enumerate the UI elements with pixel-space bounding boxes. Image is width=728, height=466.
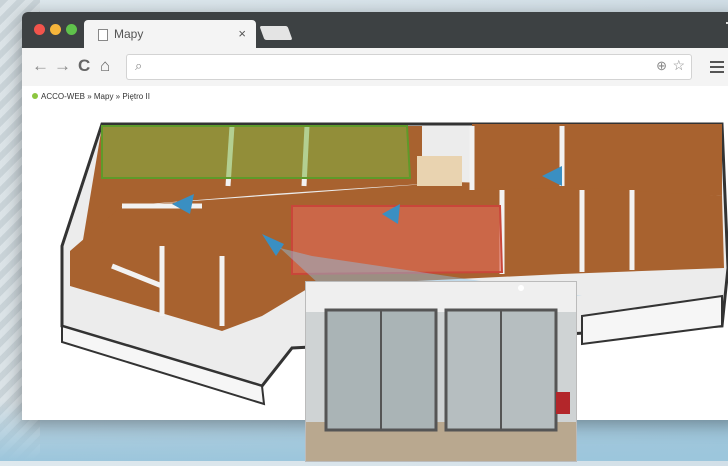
- tab-title: Mapy: [114, 27, 144, 41]
- browser-toolbar: ← → C ⌂ ⌕ ⊕ ☆: [22, 48, 728, 87]
- forward-button[interactable]: →: [54, 56, 71, 76]
- minimize-window-button[interactable]: [50, 24, 61, 35]
- zoom-icon[interactable]: ⊕: [656, 58, 667, 74]
- zone-green-conference[interactable]: [101, 125, 412, 179]
- document-icon: [98, 29, 108, 41]
- reload-button[interactable]: C: [78, 56, 90, 76]
- office-photo: [306, 282, 576, 461]
- hamburger-menu-icon[interactable]: [710, 59, 724, 76]
- address-bar[interactable]: ⌕ ⊕ ☆: [126, 54, 692, 80]
- back-button[interactable]: ←: [32, 56, 49, 76]
- staircase: [417, 156, 462, 186]
- new-tab-button[interactable]: [259, 26, 293, 40]
- tab-mapy[interactable]: Mapy ×: [84, 20, 256, 48]
- floor-area: [472, 124, 722, 196]
- close-window-button[interactable]: [34, 24, 45, 35]
- bookmark-star-icon[interactable]: ☆: [672, 57, 685, 74]
- camera-preview-image[interactable]: [306, 282, 576, 461]
- title-bar: Mapy ×: [22, 12, 728, 48]
- home-button[interactable]: ⌂: [100, 56, 110, 76]
- search-icon: ⌕: [135, 58, 143, 73]
- maximize-window-button[interactable]: [66, 24, 77, 35]
- tab-close-icon[interactable]: ×: [238, 26, 246, 41]
